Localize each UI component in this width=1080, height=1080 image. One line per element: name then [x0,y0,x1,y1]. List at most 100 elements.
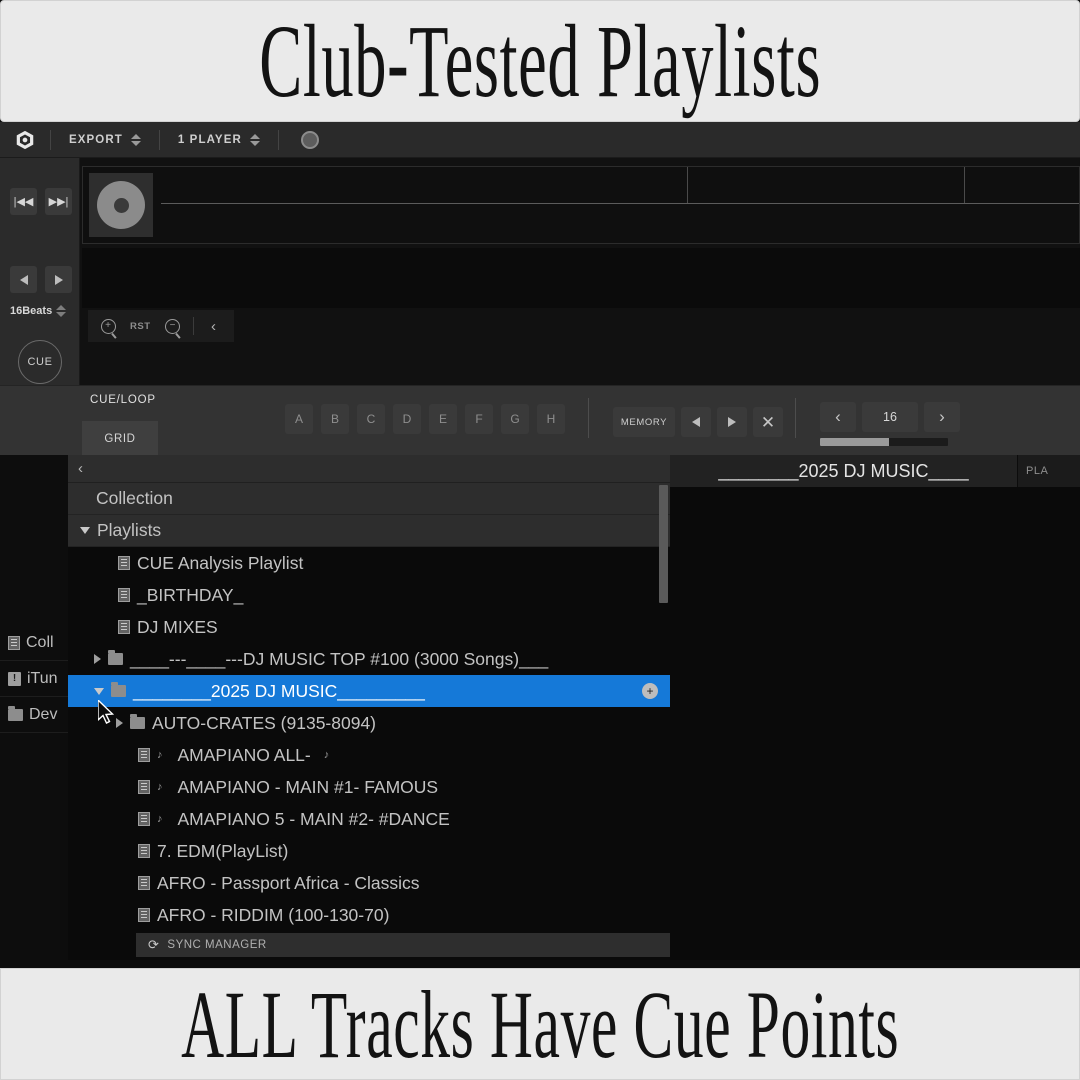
chevron-updown-icon [130,133,141,146]
beat-jump-prev-button[interactable]: ‹ [820,402,856,432]
playlist-icon [118,588,130,602]
tree-item-edm-playlist[interactable]: 7. EDM(PlayList) [68,835,670,867]
beat-jump-slider[interactable] [820,438,948,446]
hot-cue-buttons: A B C D E F G H [285,404,565,434]
top-banner-text: Club-Tested Playlists [259,3,821,119]
record-icon[interactable] [300,130,319,149]
sidebar-item-device[interactable]: Dev [0,697,68,733]
section-divider [588,398,589,438]
tree-item-label: AMAPIANO ALL- [177,744,311,765]
collection-list-icon [8,635,20,650]
caret-right-icon[interactable] [116,718,123,728]
tree-item-dj-music-top100[interactable]: ____---____---DJ MUSIC TOP #100 (3000 So… [68,643,670,675]
beat-jump-control: ‹ 16 › [820,402,960,446]
app-toolbar: EXPORT 1 PLAYER [0,122,1080,158]
zoom-reset-button[interactable]: RST [126,321,155,332]
zoom-in-icon[interactable]: + [94,312,122,340]
cue-button[interactable]: CUE [18,340,62,384]
browser-area: Coll ! iTun Dev ‹ Collection Playlists C… [0,455,1080,960]
add-playlist-icon[interactable]: + [642,683,658,699]
waveform-overview[interactable] [82,166,1080,244]
tree-scrollbar-thumb[interactable] [659,485,668,603]
tree-item-collection[interactable]: Collection [68,483,670,515]
waveform-detail[interactable] [82,248,1080,308]
tree-scrollbar[interactable] [659,485,668,955]
playlist-icon [138,812,150,826]
tree-item-birthday[interactable]: _BIRTHDAY_ [68,579,670,611]
export-mode-selector[interactable]: EXPORT [51,122,159,157]
memory-delete-button[interactable]: ✕ [753,407,783,437]
memory-button[interactable]: MEMORY [613,407,675,437]
tree-item-dj-mixes[interactable]: DJ MIXES [68,611,670,643]
hot-cue-c[interactable]: C [357,404,385,434]
music-note-icon: ♪ [323,748,330,761]
beat-size-selector[interactable]: 16Beats [10,305,72,317]
caret-down-icon[interactable] [80,527,90,534]
hot-cue-f[interactable]: F [465,404,493,434]
playlist-side-button[interactable]: PLA [1018,455,1080,487]
track-list-pane: ________2025 DJ MUSIC____ PLA [670,455,1080,960]
tree-item-cue-analysis[interactable]: CUE Analysis Playlist [68,547,670,579]
hot-cue-e[interactable]: E [429,404,457,434]
playlist-icon [118,556,130,570]
tree-item-afro-passport[interactable]: AFRO - Passport Africa - Classics [68,867,670,899]
hot-cue-g[interactable]: G [501,404,529,434]
music-note-icon: ♪ [157,748,163,761]
tree-item-label: DJ MIXES [137,616,218,637]
beat-jump-value[interactable]: 16 [862,402,918,432]
tree-item-amapiano-main1[interactable]: ♪ AMAPIANO - MAIN #1- FAMOUS [68,771,670,803]
tree-item-playlists[interactable]: Playlists [68,515,670,547]
memory-prev-button[interactable] [681,407,711,437]
tree-item-amapiano-main2[interactable]: ♪ AMAPIANO 5 - MAIN #2- #DANCE [68,803,670,835]
playlist-icon [118,620,130,634]
caret-right-icon[interactable] [94,654,101,664]
tree-item-label: AUTO-CRATES (9135-8094) [152,712,377,733]
hot-cue-a[interactable]: A [285,404,313,434]
track-list-tabbar: ________2025 DJ MUSIC____ PLA [670,455,1080,487]
caret-down-icon[interactable] [94,687,104,695]
playlist-icon [138,780,150,794]
sidebar-item-itunes[interactable]: ! iTun [0,661,68,697]
memory-next-button[interactable] [717,407,747,437]
beat-size-label: 16Beats [10,305,53,317]
chevron-left-icon: ‹ [78,460,83,477]
playlist-tree: ‹ Collection Playlists CUE Analysis Play… [68,455,738,960]
hot-cue-d[interactable]: D [393,404,421,434]
waveform-zoom-toolbar: + RST − ‹ [88,310,234,342]
player-count-selector[interactable]: 1 PLAYER [160,122,278,157]
overview-tick [687,167,688,203]
track-list-body[interactable] [670,487,1080,960]
cue-loop-title: CUE/LOOP [90,394,156,406]
beat-forward-button[interactable] [45,266,72,293]
tree-item-2025-dj-music[interactable]: ________2025 DJ MUSIC_________ + [68,675,670,707]
tree-item-afro-riddim[interactable]: AFRO - RIDDIM (100-130-70) [68,899,670,931]
chevron-updown-icon [249,133,260,146]
chevron-right-icon: › [939,407,945,426]
previous-track-button[interactable]: |◀◀ [10,188,37,215]
chevron-left-icon[interactable]: ‹ [200,312,228,340]
sync-manager-bar[interactable]: ⟳ SYNC MANAGER [136,933,738,957]
hot-cue-b[interactable]: B [321,404,349,434]
beat-jump-slider-fill [820,438,890,446]
toolbar-divider [192,317,194,335]
rekordbox-logo-icon[interactable] [0,129,50,151]
itunes-warning-icon: ! [8,671,21,686]
memory-nav-buttons: ✕ [681,407,783,437]
sidebar-item-collection[interactable]: Coll [0,625,68,661]
sync-icon: ⟳ [148,937,160,952]
next-track-button[interactable]: ▶▶| [45,188,72,215]
tree-item-auto-crates[interactable]: AUTO-CRATES (9135-8094) [68,707,670,739]
active-playlist-tab[interactable]: ________2025 DJ MUSIC____ [670,455,1018,487]
beat-back-button[interactable] [10,266,37,293]
playlist-icon [138,748,150,762]
grid-tab[interactable]: GRID [82,421,158,456]
folder-icon [8,705,23,721]
tree-collapse-button[interactable]: ‹ [68,455,670,483]
sidebar-item-label: Dev [29,705,58,723]
tree-item-amapiano-all[interactable]: ♪ AMAPIANO ALL- ♪ [68,739,670,771]
sync-manager-label: SYNC MANAGER [167,939,267,951]
zoom-out-icon[interactable]: − [159,312,187,340]
triangle-left-icon [692,417,700,427]
beat-jump-next-button[interactable]: › [924,402,960,432]
hot-cue-h[interactable]: H [537,404,565,434]
